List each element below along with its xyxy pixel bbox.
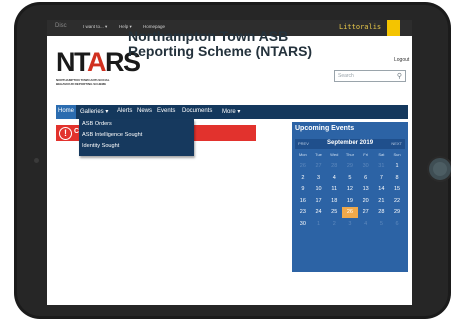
search-input[interactable]: Search ⚲ — [334, 70, 406, 82]
site-logo[interactable]: NTARS NORTHAMPTON TOWN ANTI-SOCIAL BEHAV… — [56, 48, 141, 90]
nav-galleries[interactable]: Galleries ▾ — [80, 108, 108, 115]
calendar-weekday: Fri — [363, 152, 368, 157]
search-icon[interactable]: ⚲ — [397, 72, 402, 80]
calendar-day[interactable]: 11 — [326, 184, 342, 195]
calendar-day[interactable]: 8 — [389, 173, 405, 184]
screen: Disc I want to... ▾ Help ▾ Homepage Litt… — [47, 20, 412, 305]
search-placeholder: Search — [338, 73, 354, 79]
calendar-day[interactable]: 20 — [358, 196, 374, 207]
calendar-weekday: Tue — [315, 152, 322, 157]
calendar-header: PREV September 2019 NEXT — [295, 139, 405, 149]
calendar-day[interactable]: 14 — [374, 184, 390, 195]
calendar-day[interactable]: 17 — [311, 196, 327, 207]
calendar-month: September 2019 — [327, 140, 374, 146]
calendar-day[interactable]: 26 — [342, 207, 358, 218]
galleries-dropdown: ASB Orders ASB Intelligence Sought Ident… — [79, 119, 194, 156]
calendar-day[interactable]: 31 — [374, 161, 390, 172]
calendar-day[interactable]: 22 — [389, 196, 405, 207]
calendar-weekday: Sat — [378, 152, 385, 157]
calendar-day[interactable]: 24 — [311, 207, 327, 218]
device-frame: Disc I want to... ▾ Help ▾ Homepage Litt… — [0, 0, 451, 321]
calendar-next-button[interactable]: NEXT — [391, 141, 402, 146]
home-button[interactable] — [427, 156, 451, 182]
calendar-day[interactable]: 6 — [389, 219, 405, 230]
nav-news[interactable]: News — [137, 108, 152, 114]
nav-alerts[interactable]: Alerts — [117, 108, 132, 114]
calendar-day[interactable]: 2 — [326, 219, 342, 230]
calendar-day[interactable]: 29 — [389, 207, 405, 218]
calendar-day[interactable]: 23 — [295, 207, 311, 218]
top-bar-disc[interactable]: Disc — [55, 23, 67, 29]
calendar-day[interactable]: 7 — [374, 173, 390, 184]
logo-subtitle-line2: BEHAVIOUR REPORTING SCHEME — [56, 81, 107, 86]
calendar-day[interactable]: 18 — [326, 196, 342, 207]
calendar-day[interactable]: 5 — [374, 219, 390, 230]
nav-more[interactable]: More ▾ — [222, 108, 240, 115]
calendar-day[interactable]: 26 — [295, 161, 311, 172]
calendar-day[interactable]: 29 — [342, 161, 358, 172]
calendar-day[interactable]: 4 — [358, 219, 374, 230]
calendar-day[interactable]: 6 — [358, 173, 374, 184]
calendar-day[interactable]: 9 — [295, 184, 311, 195]
logo-mark: NTARS — [56, 47, 141, 77]
calendar-day[interactable]: 30 — [295, 219, 311, 230]
alert-icon: ! — [59, 126, 72, 140]
calendar-day[interactable]: 28 — [374, 207, 390, 218]
calendar-day[interactable]: 25 — [326, 207, 342, 218]
nav-documents[interactable]: Documents — [182, 108, 212, 114]
calendar-day[interactable]: 1 — [311, 219, 327, 230]
calendar-weekday: Sun — [393, 152, 401, 157]
calendar-day[interactable]: 3 — [311, 173, 327, 184]
calendar-day[interactable]: 21 — [374, 196, 390, 207]
site-title: Northampton Town ASB Reporting Scheme (N… — [128, 28, 313, 59]
calendar-day[interactable]: 10 — [311, 184, 327, 195]
calendar-day[interactable]: 12 — [342, 184, 358, 195]
calendar-day[interactable]: 3 — [342, 219, 358, 230]
calendar-day[interactable]: 27 — [358, 207, 374, 218]
dropdown-item-identity-sought[interactable]: Identity Sought — [82, 143, 119, 149]
upcoming-events-panel: Upcoming Events PREV September 2019 NEXT… — [292, 122, 408, 272]
camera-icon — [34, 158, 39, 163]
logout-link[interactable]: Logout — [394, 57, 409, 63]
calendar-day[interactable]: 28 — [326, 161, 342, 172]
calendar-day[interactable]: 15 — [389, 184, 405, 195]
calendar-weekday: Wed — [330, 152, 339, 157]
calendar-prev-button[interactable]: PREV — [298, 141, 309, 146]
calendar-day[interactable]: 5 — [342, 173, 358, 184]
main-nav: Home Galleries ▾ Alerts News Events Docu… — [56, 105, 408, 119]
calendar-day[interactable]: 30 — [358, 161, 374, 172]
calendar-day[interactable]: 4 — [326, 173, 342, 184]
calendar-day[interactable]: 13 — [358, 184, 374, 195]
nav-home[interactable]: Home — [58, 108, 74, 114]
dropdown-item-asb-orders[interactable]: ASB Orders — [82, 121, 112, 127]
top-bar-i-want-to[interactable]: I want to... ▾ — [83, 24, 107, 30]
calendar-day[interactable]: 1 — [389, 161, 405, 172]
brand-square — [387, 20, 400, 36]
dropdown-item-asb-intelligence[interactable]: ASB Intelligence Sought — [82, 132, 142, 138]
calendar-day[interactable]: 2 — [295, 173, 311, 184]
brand-logo: Littoralis — [339, 23, 382, 31]
calendar-day[interactable]: 19 — [342, 196, 358, 207]
calendar-weekday: Mon — [298, 152, 307, 157]
calendar-day[interactable]: 27 — [311, 161, 327, 172]
calendar-weekday: Thur — [345, 152, 355, 157]
events-title: Upcoming Events — [295, 125, 355, 132]
calendar-day[interactable]: 16 — [295, 196, 311, 207]
nav-events[interactable]: Events — [157, 108, 175, 114]
